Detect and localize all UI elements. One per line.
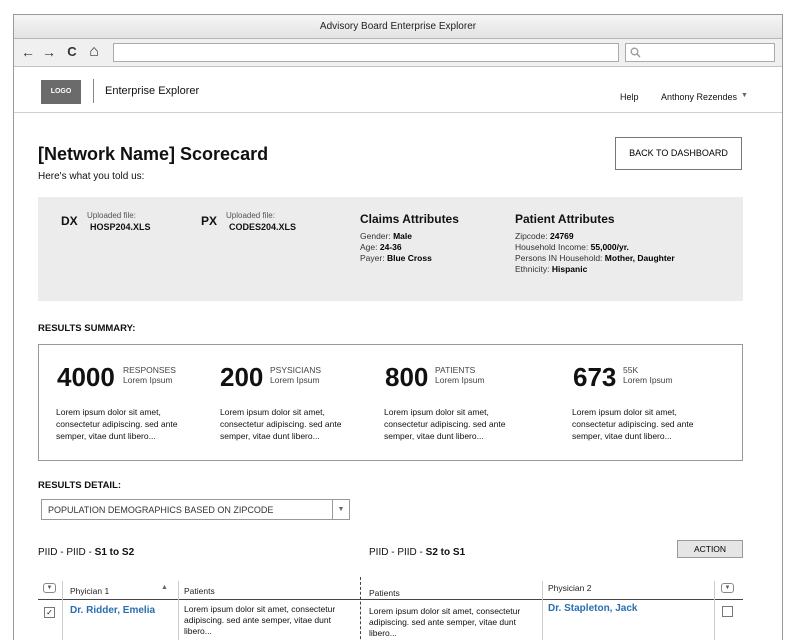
back-to-dashboard-button[interactable]: BACK TO DASHBOARD — [615, 137, 742, 170]
results-summary-panel: 4000 RESPONSES Lorem Ipsum Lorem ipsum do… — [38, 344, 743, 461]
page-subtitle: Here's what you told us: — [38, 171, 145, 182]
stat-label: RESPONSES Lorem Ipsum — [123, 365, 176, 385]
physician-2-link[interactable]: Dr. Stapleton, Jack — [548, 603, 637, 614]
comparison-divider — [360, 577, 361, 640]
left-comparison-title: PIID - PIID - S1 to S2 — [38, 547, 135, 558]
column-header-patients-left: Patients — [184, 586, 215, 596]
upload-label: Uploaded file: — [87, 211, 136, 220]
page-title: [Network Name] Scorecard — [38, 144, 269, 164]
stat-value: 800 — [385, 362, 429, 392]
stat-description: Lorem ipsum dolor sit amet, consectetur … — [572, 407, 694, 441]
table-header-rule-left — [38, 599, 360, 600]
patient-attribute: Ethnicity: Hispanic — [515, 264, 588, 274]
reload-icon[interactable]: C — [64, 43, 80, 61]
results-detail-heading: RESULTS DETAIL: — [38, 480, 122, 491]
row-checkbox-right[interactable] — [722, 606, 733, 617]
claims-attribute: Gender: Male — [360, 231, 412, 241]
stat-value: 4000 — [57, 362, 115, 392]
upload-file-name: HOSP204.XLS — [90, 222, 151, 232]
patients-cell-right: Lorem ipsum dolor sit amet, consectetur … — [369, 606, 521, 638]
main-content: [Network Name] Scorecard Here's what you… — [14, 114, 782, 640]
row-checkbox-left[interactable]: ✓ — [44, 607, 55, 618]
column-divider — [714, 581, 715, 640]
input-summary-panel: DX Uploaded file: HOSP204.XLS PX Uploade… — [38, 197, 743, 301]
patient-attribute: Zipcode: 24769 — [515, 231, 574, 241]
column-divider — [542, 581, 543, 640]
select-all-dropdown-icon-right[interactable]: ▼ — [721, 583, 734, 593]
chevron-down-icon[interactable]: ▼ — [741, 92, 748, 99]
dropdown-selected-value: POPULATION DEMOGRAPHICS BASED ON ZIPCODE — [48, 505, 274, 515]
patient-attribute: Persons IN Household: Mother, Daughter — [515, 253, 675, 263]
logo[interactable]: LOGO — [41, 80, 81, 104]
column-divider — [178, 581, 179, 640]
stat-label: 55K Lorem Ipsum — [623, 365, 673, 385]
help-link[interactable]: Help — [620, 92, 639, 102]
browser-toolbar: ← → C ⌂ — [14, 39, 782, 67]
demographics-dropdown[interactable]: POPULATION DEMOGRAPHICS BASED ON ZIPCODE… — [41, 499, 350, 520]
chevron-down-icon[interactable]: ▼ — [332, 500, 349, 519]
right-comparison-title: PIID - PIID - S2 to S1 — [369, 547, 466, 558]
upload-type-dx: DX — [61, 214, 78, 228]
column-divider — [62, 581, 63, 640]
upload-type-px: PX — [201, 214, 218, 228]
app-header: LOGO Enterprise Explorer Help Anthony Re… — [14, 67, 782, 113]
stat-value: 673 — [573, 362, 617, 392]
app-title: Enterprise Explorer — [105, 85, 200, 97]
action-button[interactable]: ACTION — [677, 540, 743, 558]
stat-label: PATIENTS Lorem Ipsum — [435, 365, 485, 385]
window-title: Advisory Board Enterprise Explorer — [14, 15, 782, 39]
column-header-patients-right: Patients — [369, 588, 400, 598]
forward-arrow-icon[interactable]: → — [41, 43, 57, 61]
patient-attributes-title: Patient Attributes — [515, 212, 615, 226]
physician-1-link[interactable]: Dr. Ridder, Emelia — [70, 605, 155, 616]
results-summary-heading: RESULTS SUMMARY: — [38, 323, 136, 334]
header-divider — [93, 79, 94, 103]
address-bar[interactable] — [113, 43, 619, 62]
stat-label: PSYSICIANS Lorem Ipsum — [270, 365, 322, 385]
patient-attribute: Household Income: 55,000/yr. — [515, 242, 629, 252]
browser-window: Advisory Board Enterprise Explorer ← → C… — [13, 14, 783, 640]
upload-file-name: CODES204.XLS — [229, 222, 297, 232]
user-menu[interactable]: Anthony Rezendes — [661, 92, 737, 102]
patients-cell-left: Lorem ipsum dolor sit amet, consectetur … — [184, 604, 336, 636]
table-header-rule-right — [360, 599, 743, 600]
stat-description: Lorem ipsum dolor sit amet, consectetur … — [384, 407, 506, 441]
home-icon[interactable]: ⌂ — [86, 43, 102, 61]
claims-attribute: Payer: Blue Cross — [360, 253, 432, 263]
claims-attributes-title: Claims Attributes — [360, 212, 459, 226]
column-header-physician-2[interactable]: Physician 2 — [548, 583, 591, 593]
sort-icon[interactable]: ▲ — [161, 584, 168, 591]
stat-description: Lorem ipsum dolor sit amet, consectetur … — [56, 407, 178, 441]
column-header-physician-1[interactable]: Phyician 1 — [70, 586, 109, 596]
browser-search-field[interactable] — [625, 43, 775, 62]
search-icon — [630, 47, 641, 58]
stat-description: Lorem ipsum dolor sit amet, consectetur … — [220, 407, 342, 441]
stat-value: 200 — [220, 362, 264, 392]
select-all-dropdown-icon[interactable]: ▼ — [43, 583, 56, 593]
back-arrow-icon[interactable]: ← — [20, 43, 36, 61]
claims-attribute: Age: 24-36 — [360, 242, 402, 252]
upload-label: Uploaded file: — [226, 211, 275, 220]
